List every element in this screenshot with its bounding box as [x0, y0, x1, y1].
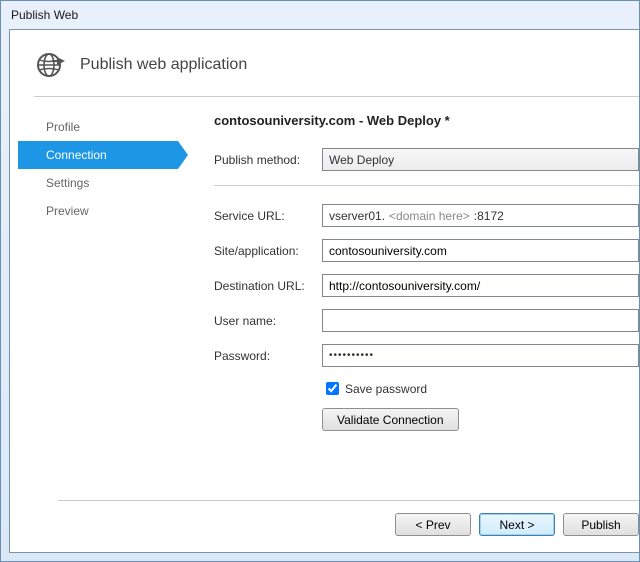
dest-url-input[interactable]: [322, 274, 639, 297]
row-save-password: Save password: [322, 379, 639, 398]
client-area: Publish web application Profile Connecti…: [9, 29, 639, 553]
validate-connection-button[interactable]: Validate Connection: [322, 408, 459, 431]
row-username: User name:: [214, 309, 639, 332]
label-publish-method: Publish method:: [214, 153, 322, 167]
next-button[interactable]: Next >: [479, 513, 555, 536]
label-username: User name:: [214, 314, 322, 328]
section-divider: [214, 185, 639, 186]
row-site-app: Site/application:: [214, 239, 639, 262]
service-url-hint: <domain here>: [389, 209, 470, 223]
label-site-app: Site/application:: [214, 244, 322, 258]
service-url-input[interactable]: vserver01. <domain here> :8172: [322, 204, 639, 227]
row-service-url: Service URL: vserver01. <domain here> :8…: [214, 204, 639, 227]
row-dest-url: Destination URL:: [214, 274, 639, 297]
dialog-title: Publish web application: [80, 56, 247, 74]
publish-method-value: Web Deploy: [329, 153, 394, 167]
publish-method-select[interactable]: Web Deploy: [322, 148, 639, 171]
nav-item-connection[interactable]: Connection: [18, 141, 178, 169]
window-frame: Publish Web Publish web application Prof…: [0, 0, 640, 562]
profile-title: contosouniversity.com - Web Deploy *: [214, 113, 639, 128]
main-panel: contosouniversity.com - Web Deploy * Pub…: [178, 113, 639, 441]
prev-button[interactable]: < Prev: [395, 513, 471, 536]
nav-sidebar: Profile Connection Settings Preview: [18, 113, 178, 441]
publish-button[interactable]: Publish: [563, 513, 639, 536]
dialog-body: Profile Connection Settings Preview cont…: [10, 97, 639, 441]
username-input[interactable]: [322, 309, 639, 332]
label-dest-url: Destination URL:: [214, 279, 322, 293]
label-password: Password:: [214, 349, 322, 363]
label-service-url: Service URL:: [214, 209, 322, 223]
row-publish-method: Publish method: Web Deploy: [214, 148, 639, 171]
window-titlebar[interactable]: Publish Web: [1, 1, 639, 29]
window-title: Publish Web: [11, 8, 78, 22]
dialog-header: Publish web application: [10, 30, 639, 96]
row-validate: Validate Connection: [322, 408, 639, 431]
nav-item-profile[interactable]: Profile: [18, 113, 178, 141]
globe-publish-icon: [34, 48, 68, 82]
dialog-footer: < Prev Next > Publish: [58, 500, 639, 536]
save-password-label: Save password: [345, 382, 427, 396]
row-password: Password: ••••••••••: [214, 344, 639, 367]
service-url-prefix: vserver01.: [329, 209, 385, 223]
nav-item-preview[interactable]: Preview: [18, 197, 178, 225]
password-masked: ••••••••••: [329, 350, 374, 361]
save-password-checkbox[interactable]: [326, 382, 339, 395]
service-url-suffix: :8172: [474, 209, 504, 223]
password-input[interactable]: ••••••••••: [322, 344, 639, 367]
site-app-input[interactable]: [322, 239, 639, 262]
nav-item-settings[interactable]: Settings: [18, 169, 178, 197]
